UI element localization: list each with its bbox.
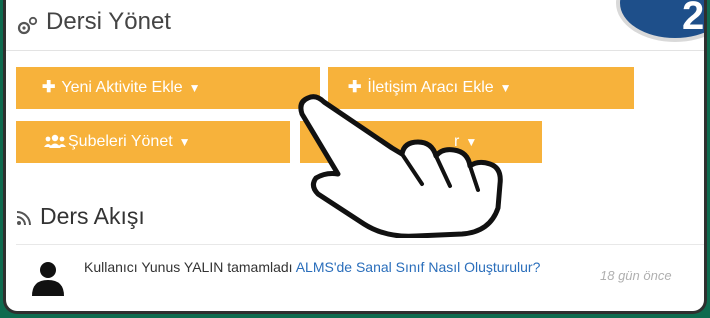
feed-item-user-text: Kullanıcı Yunus YALIN tamamladı bbox=[84, 259, 293, 275]
panel-header: Dersi Yönet bbox=[6, 0, 704, 51]
feed-divider bbox=[16, 244, 704, 245]
feed-item-text: Kullanıcı Yunus YALIN tamamladı ALMS'de … bbox=[84, 258, 564, 277]
rss-icon bbox=[16, 210, 31, 226]
feed-item-link[interactable]: ALMS'de Sanal Sınıf Nasıl Oluşturulur? bbox=[296, 259, 541, 275]
chevron-down-icon: ▼ bbox=[188, 81, 201, 95]
chevron-down-icon: ▼ bbox=[178, 135, 191, 149]
manage-sections-button[interactable]: Şubeleri Yönet ▼ bbox=[16, 121, 290, 163]
course-feed-title: Ders Akışı bbox=[16, 203, 145, 230]
add-activity-label: Yeni Aktivite Ekle bbox=[61, 79, 183, 96]
course-feed-label: Ders Akışı bbox=[40, 203, 145, 229]
manage-course-panel: Dersi Yönet 2 ✚ Yeni Aktivite Ekle ▼ ✚ İlet… bbox=[3, 0, 707, 314]
page-title: Dersi Yönet bbox=[46, 8, 171, 35]
add-activity-button[interactable]: ✚ Yeni Aktivite Ekle ▼ bbox=[16, 67, 320, 109]
pointing-hand-icon bbox=[298, 94, 503, 238]
user-avatar-icon bbox=[32, 262, 64, 296]
list-item: Kullanıcı Yunus YALIN tamamladı ALMS'de … bbox=[16, 252, 704, 302]
users-icon bbox=[44, 134, 66, 148]
plus-icon: ✚ bbox=[42, 79, 56, 96]
step-number: 2 bbox=[682, 0, 705, 38]
gear-icon bbox=[17, 16, 38, 35]
manage-sections-label: Şubeleri Yönet bbox=[68, 133, 173, 150]
feed-item-time: 18 gün önce bbox=[600, 268, 672, 283]
